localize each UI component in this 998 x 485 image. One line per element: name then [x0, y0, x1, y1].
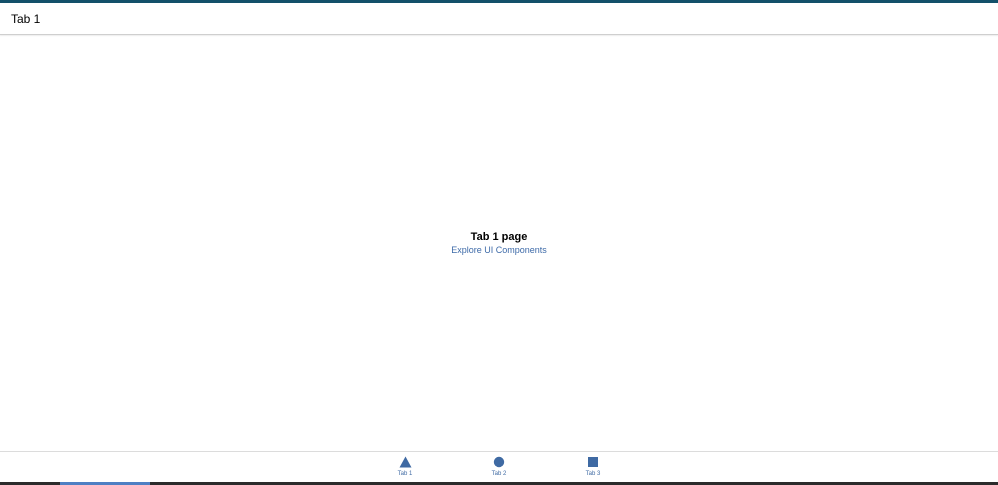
tab-2[interactable]: Tab 2 [469, 456, 529, 480]
explore-link[interactable]: Explore UI Components [0, 244, 998, 256]
content-area: Tab 1 page Explore UI Components [0, 35, 998, 450]
page-title: Tab 1 [11, 12, 41, 26]
tab-3[interactable]: Tab 3 [563, 456, 623, 480]
app: Tab 1 Tab 1 page Explore UI Components T… [0, 0, 998, 485]
toolbar: Tab 1 [0, 3, 998, 35]
tab-2-label: Tab 2 [491, 471, 507, 477]
content-title: Tab 1 page [470, 231, 528, 243]
tab-3-label: Tab 3 [585, 471, 601, 477]
tab-1[interactable]: Tab 1 [375, 456, 435, 480]
explore-container: Tab 1 page Explore UI Components [0, 231, 998, 256]
square-icon [563, 456, 623, 469]
tab-1-label: Tab 1 [397, 471, 413, 477]
triangle-icon [375, 456, 435, 469]
ellipse-icon [469, 456, 529, 469]
tab-bar: Tab 1 Tab 2 Tab 3 [0, 451, 998, 482]
